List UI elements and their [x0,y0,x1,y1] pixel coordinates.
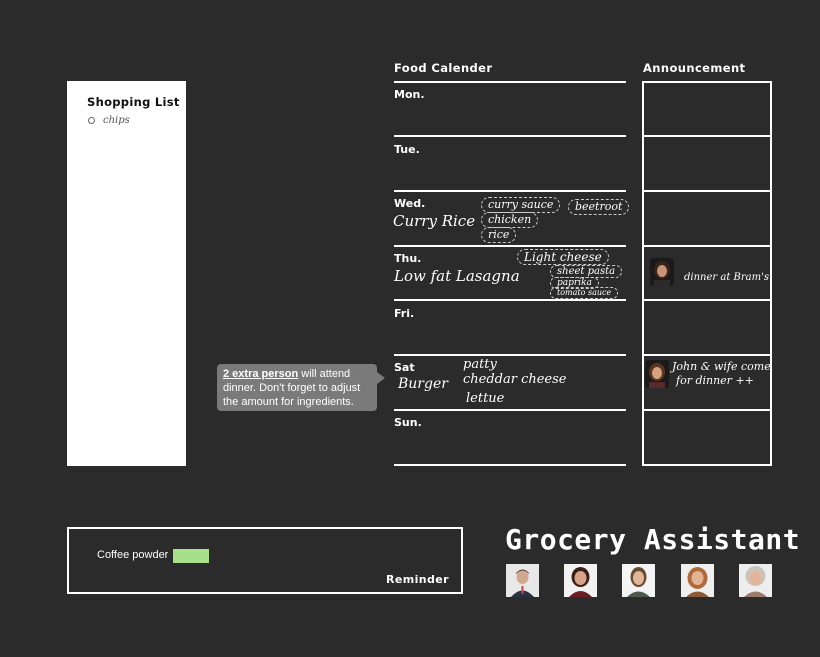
announcement-text[interactable]: for dinner ++ [676,374,754,388]
day-label-tue: Tue. [394,143,420,156]
announcement-divider [642,354,772,356]
bullet-icon [88,117,95,124]
ingredient-bubble[interactable]: chicken [481,212,539,228]
member-avatar[interactable] [622,564,655,597]
reminder-item[interactable]: Coffee powder [97,549,168,561]
calendar-divider [394,464,626,466]
avatar[interactable] [650,258,674,286]
member-avatar[interactable] [506,564,539,597]
calendar-divider [394,245,626,247]
ingredient-bubble[interactable]: Light cheese [517,249,609,265]
shopping-list-item[interactable]: chips [88,115,130,126]
member-avatar[interactable] [739,564,772,597]
meal-wed[interactable]: Curry Rice [393,212,475,230]
shopping-list-panel: Shopping List chips [67,81,186,466]
member-avatar[interactable] [681,564,714,597]
member-avatar[interactable] [564,564,597,597]
tooltip-emphasis[interactable]: 2 extra person [223,368,298,380]
announcement-divider [642,299,772,301]
extra-guest-tooltip: 2 extra person will attend dinner. Don't… [217,364,385,411]
reminder-highlight [173,549,209,563]
ingredient-bubble[interactable]: curry sauce [481,197,561,213]
day-label-sat: Sat [394,361,415,374]
announcement-divider [642,135,772,137]
day-label-wed: Wed. [394,197,426,210]
ingredient-text[interactable]: patty [463,357,497,372]
ingredient-bubble[interactable]: rice [481,227,517,243]
day-label-thu: Thu. [394,252,422,265]
calendar-divider [394,409,626,411]
announcement-divider [642,190,772,192]
announcement-title: Announcement [643,61,746,75]
calendar-divider [394,190,626,192]
calendar-divider [394,299,626,301]
day-label-fri: Fri. [394,307,415,320]
day-label-sun: Sun. [394,416,422,429]
shopping-item-label: chips [103,115,130,126]
announcement-divider [642,245,772,247]
announcement-divider [642,409,772,411]
announcement-text[interactable]: John & wife come [672,360,771,374]
app-title: Grocery Assistant [505,523,801,556]
reminder-label: Reminder [386,573,449,586]
avatar[interactable] [645,360,669,388]
meal-thu[interactable]: Low fat Lasagna [394,267,520,285]
day-label-mon: Mon. [394,88,425,101]
calendar-divider [394,354,626,356]
ingredient-text[interactable]: cheddar cheese [463,372,567,387]
calendar-divider [394,135,626,137]
ingredient-text[interactable]: lettue [466,391,504,406]
meal-sat[interactable]: Burger [398,376,448,392]
shopping-list-title: Shopping List [87,95,180,109]
ingredient-bubble[interactable]: beetroot [568,199,630,215]
food-calendar-title: Food Calender [394,61,493,75]
ingredient-bubble[interactable]: tomato sauce [550,287,619,299]
calendar-divider [394,81,626,83]
reminder-panel: Coffee powder Reminder [67,527,463,594]
announcement-text[interactable]: dinner at Bram's [684,271,769,285]
